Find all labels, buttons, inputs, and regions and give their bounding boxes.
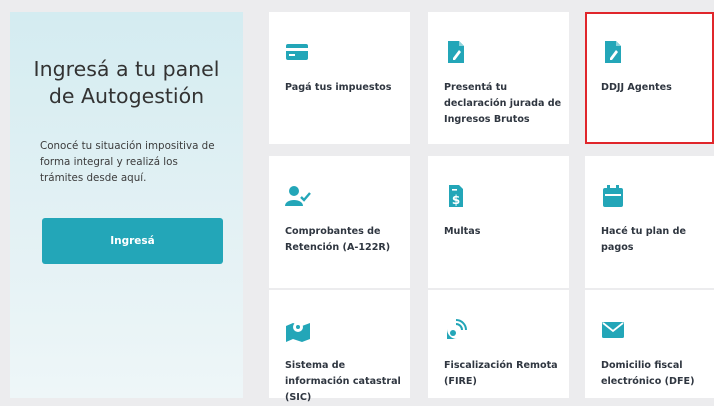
svg-text:$: $ bbox=[452, 193, 460, 207]
card-label: Hacé tu plan de pagos bbox=[601, 226, 686, 253]
user-check-icon bbox=[285, 184, 311, 208]
card-label: Pagá tus impuestos bbox=[285, 82, 392, 93]
card-declaracion-jurada[interactable]: Presentá tu declaración jurada de Ingres… bbox=[428, 12, 569, 144]
card-label: DDJJ Agentes bbox=[601, 82, 672, 93]
card-label: Fiscalización Remota (FIRE) bbox=[444, 360, 558, 387]
envelope-icon bbox=[601, 318, 625, 342]
card-paga-impuestos[interactable]: Pagá tus impuestos bbox=[269, 12, 410, 144]
card-comprobantes-retencion[interactable]: Comprobantes de Retención (A-122R) bbox=[269, 156, 410, 288]
card-label: Multas bbox=[444, 226, 481, 237]
login-panel: Ingresá a tu panel de Autogestión Conocé… bbox=[10, 12, 243, 398]
ingresa-button[interactable]: Ingresá bbox=[42, 218, 223, 264]
card-label: Comprobantes de Retención (A-122R) bbox=[285, 226, 391, 253]
document-edit-icon bbox=[444, 40, 468, 64]
calendar-icon bbox=[601, 184, 625, 208]
dollar-document-icon: $ bbox=[444, 184, 468, 208]
document-edit-icon bbox=[601, 40, 625, 64]
card-label: Domicilio fiscal electrónico (DFE) bbox=[601, 360, 695, 387]
card-multas[interactable]: $ Multas bbox=[428, 156, 569, 288]
credit-card-icon bbox=[285, 40, 309, 64]
panel-title: Ingresá a tu panel de Autogestión bbox=[10, 56, 243, 110]
panel-title-line2: de Autogestión bbox=[48, 84, 205, 108]
card-sistema-catastral[interactable]: Sistema de información catastral (SIC) bbox=[269, 290, 410, 403]
card-ddjj-agentes[interactable]: DDJJ Agentes bbox=[585, 12, 714, 144]
card-plan-de-pagos[interactable]: Hacé tu plan de pagos bbox=[585, 156, 714, 288]
panel-title-line1: Ingresá a tu panel bbox=[33, 57, 220, 81]
card-fiscalizacion-remota[interactable]: Fiscalización Remota (FIRE) bbox=[428, 290, 569, 398]
card-label: Sistema de información catastral (SIC) bbox=[285, 360, 401, 403]
panel-description: Conocé tu situación impositiva de forma … bbox=[40, 140, 215, 184]
map-pin-icon bbox=[285, 318, 310, 342]
card-domicilio-fiscal[interactable]: Domicilio fiscal electrónico (DFE) bbox=[585, 290, 714, 398]
card-label: Presentá tu declaración jurada de Ingres… bbox=[444, 82, 562, 125]
satellite-icon bbox=[444, 318, 468, 342]
